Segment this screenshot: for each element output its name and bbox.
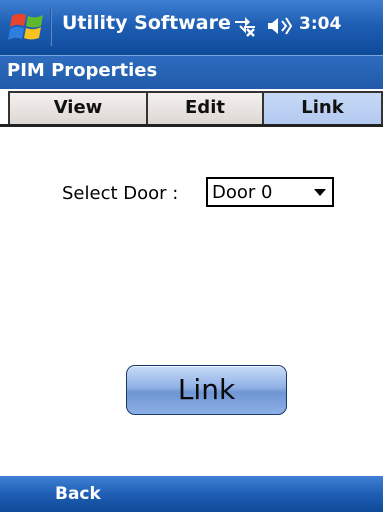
title-bar: Utility Software 3:04 xyxy=(0,0,383,55)
tab-link[interactable]: Link xyxy=(262,91,383,124)
speaker-icon[interactable] xyxy=(266,15,294,41)
door-select[interactable]: Door 0 xyxy=(206,177,334,207)
link-panel: Select Door : Door 0 Link xyxy=(0,127,383,476)
chevron-down-icon xyxy=(314,189,326,196)
back-softkey[interactable]: Back xyxy=(55,484,101,504)
start-button[interactable] xyxy=(0,0,54,55)
clock[interactable]: 3:04 xyxy=(299,14,341,34)
app-title: Utility Software xyxy=(62,12,231,34)
tab-edit[interactable]: Edit xyxy=(146,91,264,124)
connectivity-icon[interactable] xyxy=(232,13,258,41)
windows-flag-icon xyxy=(8,13,43,40)
select-door-label: Select Door : xyxy=(62,183,179,204)
door-select-value: Door 0 xyxy=(212,182,273,203)
softkey-bar: Back xyxy=(0,476,383,512)
link-button[interactable]: Link xyxy=(126,365,287,415)
page-title: PIM Properties xyxy=(7,60,158,81)
page-header: PIM Properties xyxy=(0,55,383,89)
tab-view[interactable]: View xyxy=(8,91,148,124)
title-separator xyxy=(50,8,52,46)
tab-bar: View Edit Link xyxy=(0,89,383,126)
